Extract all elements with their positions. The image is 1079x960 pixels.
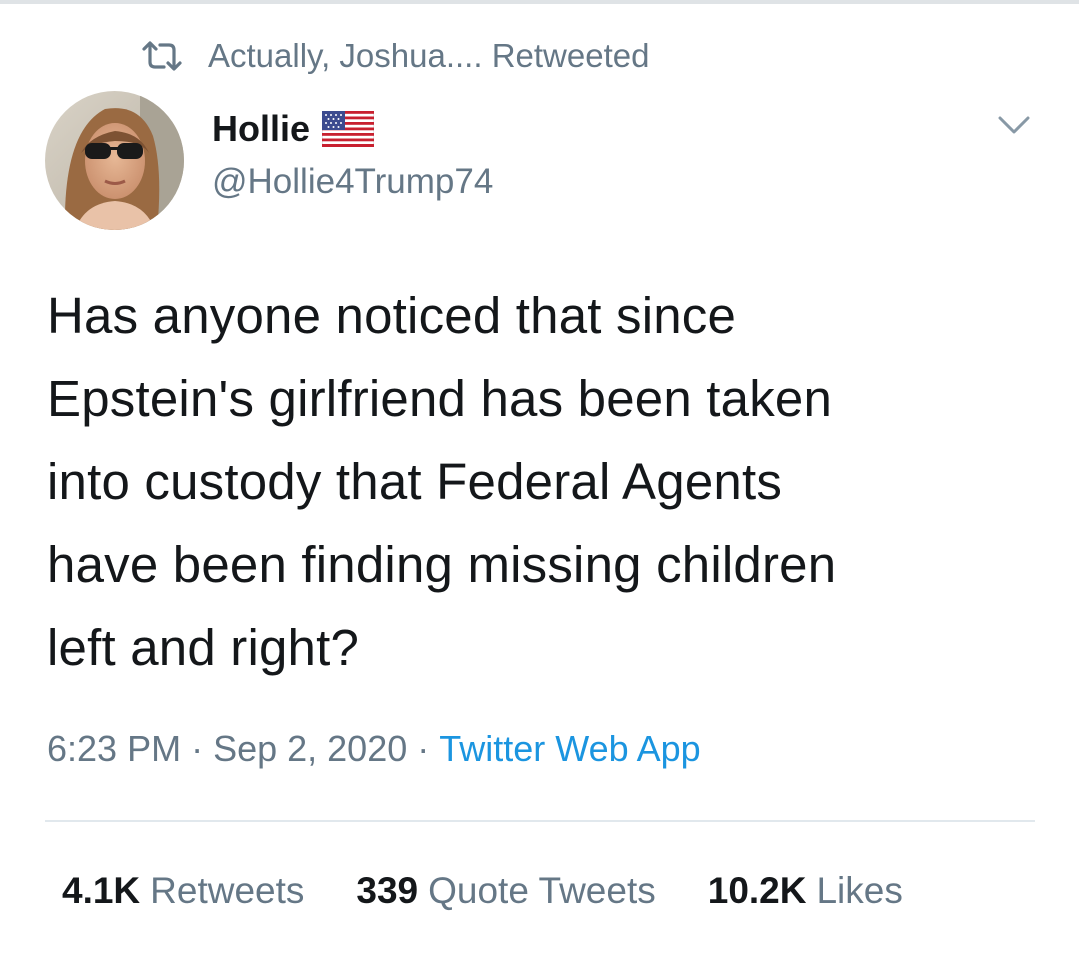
retweet-icon xyxy=(140,36,184,76)
quote-tweets-label: Quote Tweets xyxy=(428,870,656,911)
quote-tweets-count: 339 xyxy=(356,870,419,911)
retweets-label: Retweets xyxy=(150,870,305,911)
tweet-line: Epstein's girlfriend has been taken xyxy=(47,370,833,427)
tweet-line: left and right? xyxy=(47,619,360,676)
likes-count: 10.2K xyxy=(707,870,807,911)
tweet-date[interactable]: Sep 2, 2020 xyxy=(213,728,407,769)
chevron-down-icon[interactable] xyxy=(996,110,1032,138)
avatar[interactable] xyxy=(45,91,184,230)
retweets-count: 4.1K xyxy=(62,870,141,911)
tweet-line: have been finding missing children xyxy=(47,536,837,593)
author-name: Hollie xyxy=(212,108,311,149)
meta-separator: · xyxy=(417,728,430,769)
quote-tweets-stat[interactable]: 339 Quote Tweets xyxy=(356,870,655,912)
meta-separator: · xyxy=(191,728,204,769)
tweet-meta: 6:23 PM · Sep 2, 2020 · Twitter Web App xyxy=(47,728,701,770)
retweet-context[interactable]: Actually, Joshua.... Retweeted xyxy=(140,36,649,76)
retweet-context-text: Actually, Joshua.... Retweeted xyxy=(208,37,650,74)
tweet-source-link[interactable]: Twitter Web App xyxy=(439,728,700,769)
stats-divider xyxy=(45,820,1035,822)
tweet-stats: 4.1K Retweets 339 Quote Tweets 10.2K Likes xyxy=(62,870,955,912)
likes-label: Likes xyxy=(816,870,903,911)
us-flag-icon xyxy=(322,109,375,149)
author-name-row[interactable]: Hollie xyxy=(212,106,375,152)
author-handle[interactable]: @Hollie4Trump74 xyxy=(212,162,493,202)
tweet-text: Has anyone noticed that since Epstein's … xyxy=(47,274,1037,689)
tweet-line: Has anyone noticed that since xyxy=(47,287,737,344)
tweet-line: into custody that Federal Agents xyxy=(47,453,783,510)
retweets-stat[interactable]: 4.1K Retweets xyxy=(62,870,304,912)
likes-stat[interactable]: 10.2K Likes xyxy=(708,870,903,912)
top-divider xyxy=(0,0,1079,4)
tweet-time[interactable]: 6:23 PM xyxy=(47,728,181,769)
